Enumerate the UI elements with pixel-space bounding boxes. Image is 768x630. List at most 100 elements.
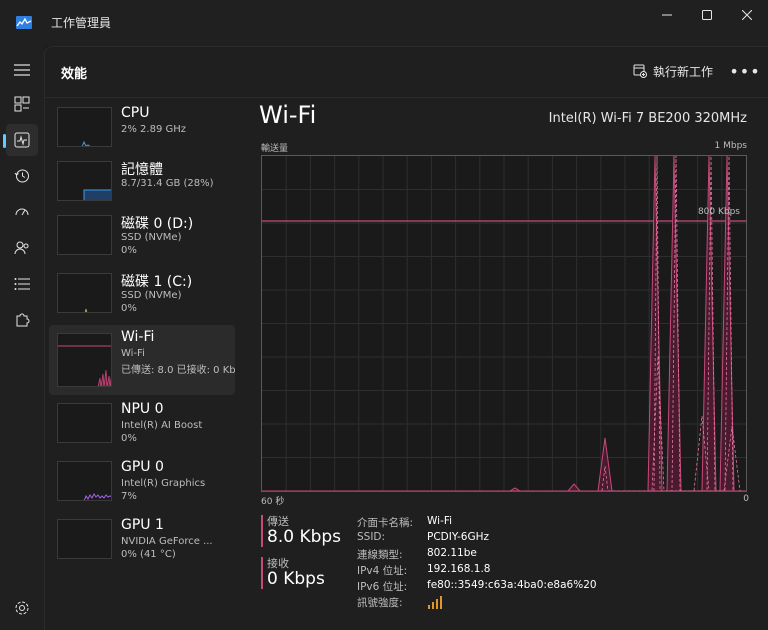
nav-details[interactable]	[6, 268, 38, 300]
performance-icon	[14, 132, 30, 148]
device-name: 記憶體	[121, 162, 163, 178]
more-dots-icon: •••	[729, 61, 761, 81]
device-usage: 0% (41 °C)	[121, 549, 176, 560]
device-title: Wi-Fi	[259, 101, 317, 129]
property-value: 192.168.1.8	[427, 563, 491, 575]
device-item-gpu-0[interactable]: GPU 0 Intel(R) Graphics 7%	[49, 455, 235, 511]
device-detail: 8.7/31.4 GB (28%)	[121, 178, 214, 189]
device-detail: Intel(R) Graphics	[121, 478, 206, 489]
startup-speedometer-icon	[15, 208, 29, 216]
device-usage: 7%	[121, 491, 137, 502]
content-pane: 效能 執行新工作 ••• CPU 2% 2.89 GHz 記憶體 8.7/31.…	[44, 46, 768, 630]
window-title: 工作管理員	[51, 16, 112, 30]
disk-0-thumbnail-graph	[57, 215, 112, 255]
more-options-button[interactable]: •••	[729, 59, 759, 83]
task-manager-app-icon	[16, 16, 32, 29]
wifi-thumbnail-graph	[57, 333, 112, 387]
hamburger-icon	[14, 64, 30, 76]
device-item-memory[interactable]: 記憶體 8.7/31.4 GB (28%)	[49, 155, 235, 211]
run-task-icon	[633, 64, 647, 78]
details-list-icon	[14, 278, 30, 290]
device-name: NPU 0	[121, 401, 164, 417]
device-item-wifi[interactable]: Wi-Fi Wi-Fi 已傳送: 8.0 已接收: 0 Kbps	[49, 325, 235, 395]
device-name: CPU	[121, 105, 150, 121]
property-key: 介面卡名稱:	[357, 517, 414, 529]
nav-processes[interactable]	[6, 88, 38, 120]
title-bar: 工作管理員	[0, 0, 768, 46]
device-detail: NVIDIA GeForce ...	[121, 536, 213, 547]
nav-services[interactable]	[6, 304, 38, 336]
hamburger-menu-button[interactable]	[6, 54, 38, 86]
npu-thumbnail-graph	[57, 403, 112, 443]
processes-grid-icon	[14, 96, 30, 112]
close-icon	[742, 10, 752, 20]
active-nav-indicator	[3, 134, 6, 148]
property-value: 802.11be	[427, 547, 477, 559]
nav-users[interactable]	[6, 232, 38, 264]
device-detail: SSD (NVMe)	[121, 232, 182, 243]
device-item-npu-0[interactable]: NPU 0 Intel(R) AI Boost 0%	[49, 397, 235, 453]
device-item-cpu[interactable]: CPU 2% 2.89 GHz	[49, 101, 235, 157]
maximize-icon	[702, 10, 712, 20]
property-value: fe80::3549:c63a:4ba0:e8a6%20	[427, 579, 597, 591]
device-usage: 0%	[121, 245, 137, 256]
device-name: Wi-Fi	[121, 329, 155, 345]
send-stat: 傳送 8.0 Kbps	[261, 513, 361, 549]
graph-max-label: 1 Mbps	[714, 141, 747, 151]
run-new-task-button[interactable]: 執行新工作	[633, 61, 713, 81]
services-puzzle-icon	[16, 313, 30, 327]
close-button[interactable]	[724, 0, 768, 30]
users-icon	[14, 241, 29, 255]
device-detail: SSD (NVMe)	[121, 290, 182, 301]
navigation-rail	[0, 46, 44, 630]
property-key: 訊號強度:	[357, 597, 403, 609]
page-title: 效能	[61, 67, 88, 82]
graph-x-left-label: 60 秒	[261, 497, 285, 507]
device-name: 磁碟 1 (C:)	[121, 274, 193, 290]
send-color-bar	[261, 515, 263, 547]
device-name: 磁碟 0 (D:)	[121, 216, 194, 232]
nav-performance[interactable]	[3, 124, 38, 156]
property-value: Wi-Fi	[427, 515, 453, 527]
receive-color-bar	[261, 557, 263, 589]
header-divider	[45, 97, 768, 98]
device-item-disk-0[interactable]: 磁碟 0 (D:) SSD (NVMe) 0%	[49, 209, 235, 265]
device-detail: 2% 2.89 GHz	[121, 124, 187, 135]
nav-app-history[interactable]	[6, 160, 38, 192]
throughput-graph: 800 Kbps	[261, 155, 747, 492]
device-usage: 0%	[121, 303, 137, 314]
property-key: 連線類型:	[357, 549, 403, 561]
nav-settings[interactable]	[6, 592, 38, 624]
graph-label: 輸送量	[261, 144, 289, 154]
device-name: GPU 1	[121, 517, 164, 533]
device-name: GPU 0	[121, 459, 164, 475]
disk-1-thumbnail-graph	[57, 273, 112, 313]
property-key: SSID:	[357, 531, 386, 543]
gpu-0-thumbnail-graph	[57, 461, 112, 501]
settings-gear-icon	[15, 601, 29, 615]
wifi-detail-panel: Wi-Fi Intel(R) Wi-Fi 7 BE200 320MHz 輸送量 …	[259, 101, 761, 621]
minimize-icon	[662, 14, 672, 16]
signal-strength-icon	[428, 596, 442, 609]
cpu-thumbnail-graph	[57, 107, 112, 147]
device-usage: 0%	[121, 433, 137, 444]
device-usage: 已傳送: 8.0 已接收: 0 Kbps	[121, 365, 235, 376]
nav-startup-apps[interactable]	[6, 196, 38, 228]
memory-thumbnail-graph	[57, 161, 112, 201]
receive-value: 0 Kbps	[267, 569, 325, 589]
property-value: PCDIY-6GHz	[427, 531, 490, 543]
run-new-task-label: 執行新工作	[653, 64, 714, 79]
device-item-gpu-1[interactable]: GPU 1 NVIDIA GeForce ... 0% (41 °C)	[49, 513, 235, 569]
gpu-1-thumbnail-graph	[57, 519, 112, 559]
adapter-name: Intel(R) Wi-Fi 7 BE200 320MHz	[548, 111, 747, 126]
signal-strength-value	[427, 595, 443, 612]
device-detail: Intel(R) AI Boost	[121, 420, 203, 431]
device-item-disk-1[interactable]: 磁碟 1 (C:) SSD (NVMe) 0%	[49, 267, 235, 323]
history-icon	[14, 169, 29, 183]
scale-line-label: 800 Kbps	[697, 207, 740, 217]
receive-stat: 接收 0 Kbps	[261, 555, 361, 591]
graph-x-right-label: 0	[743, 494, 749, 504]
property-key: IPv6 位址:	[357, 581, 408, 593]
device-detail: Wi-Fi	[121, 348, 145, 359]
send-value: 8.0 Kbps	[267, 527, 342, 547]
